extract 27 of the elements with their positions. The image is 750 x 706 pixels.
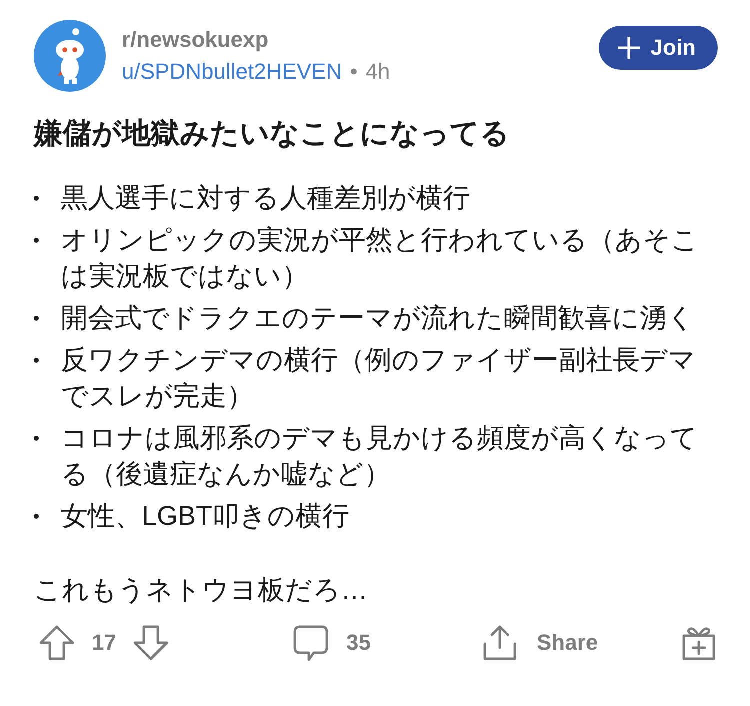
bullet-dot [34, 316, 39, 321]
post-age: 4h [366, 59, 390, 85]
comment-count: 35 [346, 630, 371, 656]
author-link[interactable]: u/SPDNbullet2HEVEN [122, 59, 342, 85]
comment-button[interactable] [292, 624, 330, 662]
list-item-text: コロナは風邪系のデマも見かける頻度が高くなってる（後遺症なんか嘘など） [61, 422, 699, 491]
list-item-text: 女性、LGBT叩きの横行 [61, 500, 351, 533]
list-item-text: オリンピックの実況が平然と行われている（あそこは実況板ではない） [61, 224, 700, 293]
downvote-button[interactable] [132, 624, 170, 662]
bullet-dot [34, 514, 39, 519]
list-item-text: 反ワクチンデマの横行（例のファイザー副社長デマでスレが完走） [61, 344, 697, 413]
separator-dot: • [350, 59, 358, 85]
post-body-text: これもうネトウヨ板だろ… [34, 574, 369, 607]
upvote-button[interactable] [38, 624, 76, 662]
avatar-icon [34, 20, 106, 92]
share-button[interactable]: Share [480, 624, 598, 662]
post-title: 嫌儲が地獄みたいなことになってる [34, 117, 511, 152]
list-item-text: 黒人選手に対する人種差別が横行 [61, 182, 471, 215]
bullet-dot [34, 238, 39, 243]
bullet-dot [34, 196, 39, 201]
bullet-dot [34, 358, 39, 363]
list-item-text: 開会式でドラクエのテーマが流れた瞬間歓喜に湧く [61, 302, 696, 335]
subreddit-name[interactable]: r/newsokuexp [122, 27, 583, 53]
vote-count: 17 [92, 630, 116, 656]
plus-icon [616, 36, 641, 60]
join-button[interactable]: Join [598, 26, 718, 70]
bullet-dot [34, 436, 39, 441]
